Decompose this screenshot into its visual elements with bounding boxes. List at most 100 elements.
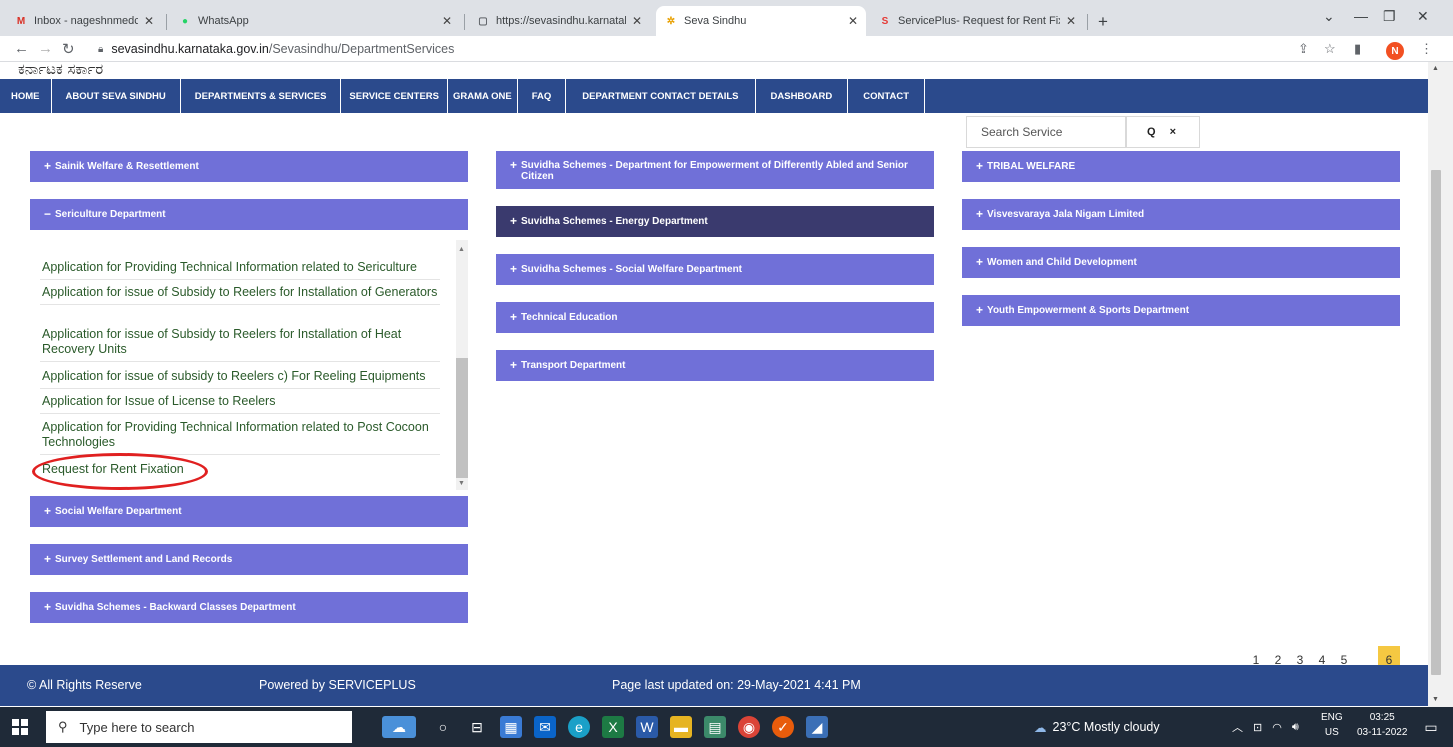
nav-dashboard[interactable]: DASHBOARD (756, 79, 849, 113)
reload-icon[interactable]: ↻ (62, 40, 75, 58)
tab-gmail[interactable]: M Inbox - nageshnmedcs@gmail.co ✕ (6, 6, 162, 36)
teams-icon[interactable]: ▤ (704, 716, 726, 738)
nav-grama-one[interactable]: GRAMA ONE (448, 79, 518, 113)
tab-seva-sindhu[interactable]: ✲ Seva Sindhu ✕ (656, 6, 866, 36)
profile-avatar[interactable]: N (1386, 42, 1404, 60)
tab-sevasindhu-url[interactable]: ▢ https://sevasindhu.karnataka.gov ✕ (468, 6, 650, 36)
side-panel-icon[interactable]: ▮ (1354, 41, 1361, 57)
clear-search-icon[interactable]: × (1170, 126, 1176, 138)
nav-departments[interactable]: DEPARTMENTS & SERVICES (181, 79, 342, 113)
list-item[interactable]: Application for Issue of License to Reel… (40, 390, 440, 414)
service-list-scrollbar[interactable]: ▲ ▼ (456, 240, 468, 490)
edge-icon[interactable]: e (568, 716, 590, 738)
close-icon[interactable]: ✕ (144, 14, 154, 28)
mail-icon[interactable]: ✉ (534, 716, 556, 738)
bookmark-star-icon[interactable]: ☆ (1324, 41, 1336, 57)
tray-expand-icon[interactable]: ︿ (1232, 719, 1243, 735)
windows-start-icon[interactable] (12, 719, 28, 735)
list-item[interactable]: Application for issue of subsidy to Reel… (40, 365, 440, 389)
dept-backward-classes[interactable]: + Suvidha Schemes - Backward Classes Dep… (30, 592, 468, 623)
dept-transport[interactable]: + Transport Department (496, 350, 934, 381)
excel-icon[interactable]: X (602, 716, 624, 738)
share-icon[interactable]: ⇪ (1298, 41, 1309, 57)
scrollbar-thumb[interactable] (456, 358, 468, 478)
minimize-icon[interactable]: — (1354, 8, 1368, 24)
gmail-icon: M (16, 15, 26, 27)
dept-youth-sports[interactable]: + Youth Empowerment & Sports Department (962, 295, 1400, 326)
serviceplus-icon: S (881, 15, 889, 27)
dept-energy[interactable]: + Suvidha Schemes - Energy Department (496, 206, 934, 237)
back-icon[interactable]: ← (14, 40, 29, 57)
weather-widget-icon[interactable]: ☁ (382, 716, 416, 738)
new-tab-button[interactable]: + (1098, 12, 1108, 32)
scrollbar-thumb[interactable] (1431, 170, 1441, 675)
volume-icon[interactable]: 🔊︎ (1292, 721, 1299, 734)
url-bar[interactable]: 🔒︎ sevasindhu.karnataka.gov.in /Sevasind… (86, 38, 1266, 60)
dept-suvidha-social-welfare[interactable]: + Suvidha Schemes - Social Welfare Depar… (496, 254, 934, 285)
dept-survey-settlement[interactable]: + Survey Settlement and Land Records (30, 544, 468, 575)
close-icon[interactable]: ✕ (632, 14, 642, 28)
tab-label: https://sevasindhu.karnataka.gov (496, 15, 626, 27)
tab-serviceplus[interactable]: S ServicePlus- Request for Rent Fix ✕ (870, 6, 1084, 36)
scroll-up-icon[interactable]: ▲ (458, 246, 465, 253)
search-input[interactable] (981, 125, 1121, 139)
tab-search-chevron-icon[interactable]: ⌄ (1323, 8, 1335, 25)
scroll-down-icon[interactable]: ▼ (458, 480, 465, 487)
nav-dept-contact[interactable]: DEPARTMENT CONTACT DETAILS (566, 79, 756, 113)
file-explorer-icon[interactable]: ▬ (670, 716, 692, 738)
dept-tribal-welfare[interactable]: + TRIBAL WELFARE (962, 151, 1400, 182)
network-icon[interactable]: ⊡ (1253, 721, 1262, 734)
nav-faq[interactable]: FAQ (518, 79, 567, 113)
nav-home[interactable]: HOME (0, 79, 52, 113)
dept-women-child[interactable]: + Women and Child Development (962, 247, 1400, 278)
nav-contact[interactable]: CONTACT (848, 79, 925, 113)
more-menu-icon[interactable]: ⋮ (1420, 41, 1433, 57)
expand-icon: + (44, 504, 52, 518)
list-item[interactable]: Application for issue of Subsidy to Reel… (40, 323, 440, 362)
lang-code: ENG (1321, 712, 1343, 723)
nav-service-centers[interactable]: SERVICE CENTERS (341, 79, 448, 113)
dept-technical-education[interactable]: + Technical Education (496, 302, 934, 333)
forward-icon[interactable]: → (38, 40, 53, 57)
list-item[interactable]: Application for Providing Technical Info… (40, 256, 440, 280)
chrome-icon[interactable]: ◉ (738, 716, 760, 738)
footer: © All Rights Reserve Powered by SERVICEP… (0, 665, 1428, 706)
dept-label: Technical Education (521, 312, 618, 323)
scroll-down-icon[interactable]: ▼ (1432, 696, 1439, 703)
dept-social-welfare[interactable]: + Social Welfare Department (30, 496, 468, 527)
dept-label: Social Welfare Department (55, 506, 182, 517)
expand-icon: + (510, 358, 518, 372)
close-icon[interactable]: ✕ (1066, 14, 1076, 28)
store-icon[interactable]: ▦ (500, 716, 522, 738)
taskbar-clock[interactable]: 03:25 03-11-2022 (1357, 710, 1407, 740)
list-item[interactable]: Application for Providing Technical Info… (40, 416, 440, 455)
wifi-icon[interactable]: ◠ (1272, 721, 1282, 734)
taskbar-search-box[interactable]: ⚲ Type here to search (46, 711, 352, 743)
close-icon[interactable]: ✕ (848, 14, 858, 28)
dept-visvesvaraya[interactable]: + Visvesvaraya Jala Nigam Limited (962, 199, 1400, 230)
close-icon[interactable]: ✕ (442, 14, 452, 28)
word-icon[interactable]: W (636, 716, 658, 738)
close-window-icon[interactable]: ✕ (1417, 8, 1429, 25)
dept-differently-abled[interactable]: + Suvidha Schemes - Department for Empow… (496, 151, 934, 189)
sericulture-service-list: Application for Providing Technical Info… (30, 240, 468, 490)
page-icon: ▢ (478, 15, 488, 27)
footer-powered-by[interactable]: Powered by SERVICEPLUS (259, 678, 416, 692)
scroll-up-icon[interactable]: ▲ (1432, 65, 1439, 72)
brave-icon[interactable]: ✓ (772, 716, 794, 738)
notifications-icon[interactable]: ▭ (1420, 716, 1442, 738)
task-view-icon[interactable]: ⊟ (466, 716, 488, 738)
page-scrollbar[interactable]: ▲ ▼ (1428, 62, 1453, 707)
expand-icon: + (976, 207, 984, 221)
nav-about[interactable]: ABOUT SEVA SINDHU (52, 79, 181, 113)
dept-sainik-welfare[interactable]: + Sainik Welfare & Resettlement (30, 151, 468, 182)
app-icon[interactable]: ◢ (806, 716, 828, 738)
restore-icon[interactable]: ❐ (1383, 8, 1396, 25)
search-icon[interactable]: Q (1147, 126, 1156, 138)
cortana-icon[interactable]: ○ (432, 716, 454, 738)
tab-whatsapp[interactable]: ● WhatsApp ✕ (170, 6, 460, 36)
input-language[interactable]: ENG US (1321, 710, 1343, 740)
weather-status[interactable]: ☁ 23°C Mostly cloudy (1034, 707, 1160, 747)
dept-sericulture[interactable]: − Sericulture Department (30, 199, 468, 230)
list-item[interactable]: Application for issue of Subsidy to Reel… (40, 281, 440, 305)
